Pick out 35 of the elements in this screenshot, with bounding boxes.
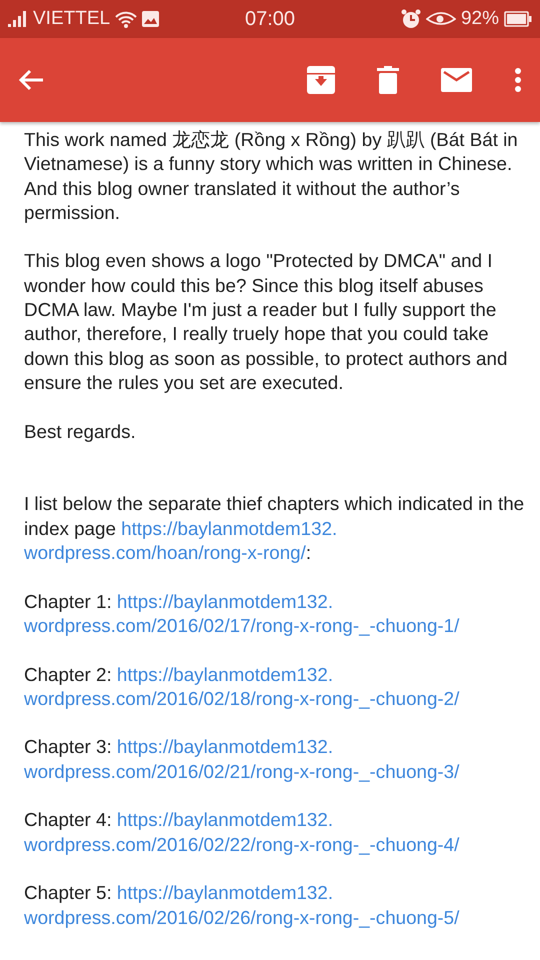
message-paragraph: This work named 龙恋龙 (Rồng x Rồng) by 趴趴 (Bát Bát in Vietnamese) is a funny story which was written in Chinese. And this blog owner translated it without the author’s permission. — [24, 128, 519, 225]
carrier-name: VIETTEL — [33, 8, 110, 30]
alarm-icon — [400, 9, 421, 29]
mail-button[interactable] — [441, 68, 472, 92]
message-paragraph: This blog even shows a logo "Protected by DMCA" and I wonder how could this be? Since this blog itself abuses DCMA law. Maybe I'm just a reader but I fully support the author, therefore, I really truely hope that you could take down this blog as soon as possible, to protect authors and ensure the rules you set are executed. — [24, 249, 508, 395]
message-paragraph: I list below the separate thief chapters which indicated in the index page https://baylanmotdem132. wordpress.com/hoan/rong-x-rong/: — [24, 492, 526, 566]
url-link[interactable]: https://baylanmotdem132. — [121, 518, 338, 539]
chapter-line: Chapter 2: https://baylanmotdem132. wordpress.com/2016/02/18/rong-x-rong-_-chuong-2/ — [24, 662, 460, 711]
url-link[interactable]: wordpress.com/2016/02/21/rong-x-rong-_-chuong-3/ — [24, 760, 460, 782]
clock-time: 07:00 — [244, 8, 296, 30]
url-link[interactable]: https://baylanmotdem132. — [116, 664, 334, 685]
url-link[interactable]: wordpress.com/2016/02/26/rong-x-rong-_-chuong-5/ — [24, 906, 460, 928]
more-button[interactable] — [514, 67, 522, 93]
url-link[interactable]: https://baylanmotdem132. — [116, 590, 334, 612]
eye-icon — [426, 11, 456, 27]
chapter-line: Chapter 1: https://baylanmotdem132. wordpress.com/2016/02/17/rong-x-rong-_-chuong-1/ — [24, 590, 460, 638]
url-link[interactable]: wordpress.com/2016/02/17/rong-x-rong-_-chuong-1/ — [24, 614, 460, 636]
message-paragraph: Best regards. — [24, 420, 137, 444]
chapter-line: Chapter 5: https://baylanmotdem132. wordpress.com/2016/02/26/rong-x-rong-_-chuong-5/ — [24, 881, 460, 930]
back-button[interactable] — [18, 69, 44, 91]
url-link[interactable]: https://baylanmotdem132. — [116, 809, 334, 830]
signal-icon — [8, 11, 28, 27]
url-link[interactable]: wordpress.com/2016/02/22/rong-x-rong-_-chuong-4/ — [24, 834, 460, 855]
battery-percent: 92% — [460, 8, 499, 30]
url-link[interactable]: https://baylanmotdem132. — [116, 882, 334, 904]
url-link[interactable]: wordpress.com/2016/02/18/rong-x-rong-_-chuong-2/ — [24, 688, 460, 709]
url-link[interactable]: https://baylanmotdem132. — [116, 736, 334, 758]
url-link[interactable]: wordpress.com/hoan/rong-x-rong/ — [24, 542, 306, 564]
image-icon — [142, 11, 160, 27]
battery-icon — [504, 11, 532, 27]
delete-button[interactable] — [377, 66, 399, 94]
chapter-line: Chapter 3: https://baylanmotdem132. wordpress.com/2016/02/21/rong-x-rong-_-chuong-3/ — [24, 735, 460, 784]
archive-button[interactable] — [307, 66, 335, 94]
chapter-line: Chapter 4: https://baylanmotdem132. wordpress.com/2016/02/22/rong-x-rong-_-chuong-4/ — [24, 808, 460, 857]
wifi-icon — [115, 10, 138, 28]
